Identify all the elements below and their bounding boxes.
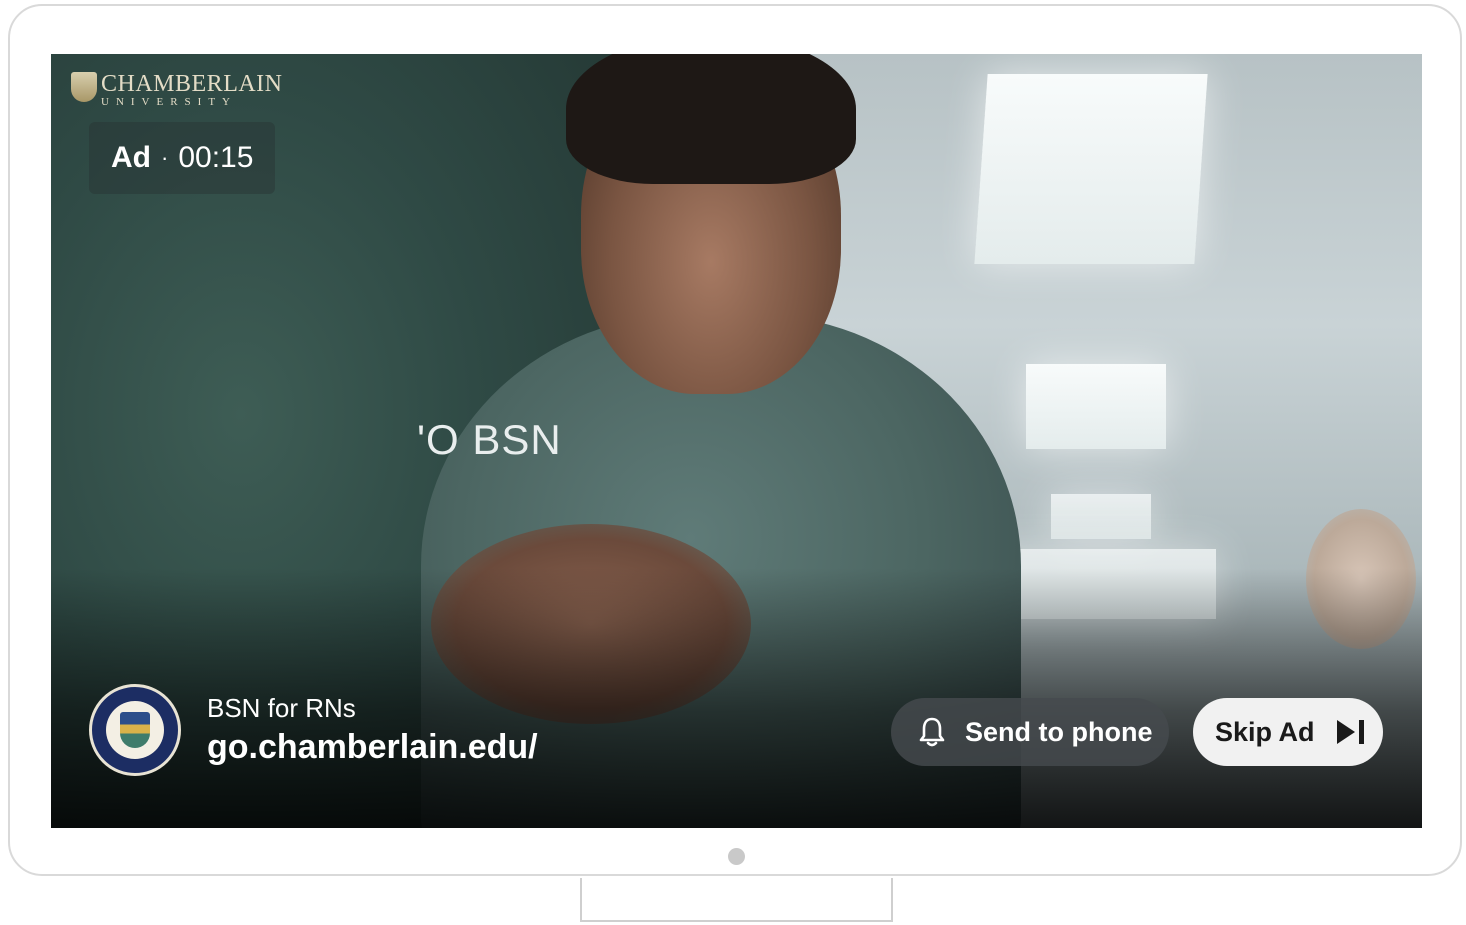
brand-watermark: CHAMBERLAIN UNIVERSITY [71,72,283,108]
sponsor-info[interactable]: BSN for RNs go.chamberlain.edu/ [89,684,538,776]
brand-subtitle: UNIVERSITY [101,96,237,108]
sponsor-url[interactable]: go.chamberlain.edu/ [207,728,538,767]
skip-ad-button[interactable]: Skip Ad [1193,698,1383,766]
brand-shield-icon [71,72,97,102]
send-to-phone-label: Send to phone [965,716,1153,747]
sponsor-logo[interactable] [89,684,181,776]
university-seal-icon [120,712,150,748]
bell-icon [917,716,947,748]
skip-next-icon [1335,718,1367,746]
brand-name: CHAMBERLAIN [101,71,283,97]
ad-label: Ad [111,141,151,174]
ad-countdown: 00:15 [178,141,254,174]
ad-separator: · [161,145,169,170]
skip-ad-label: Skip Ad [1215,716,1315,747]
sponsor-title: BSN for RNs [207,693,356,723]
send-to-phone-button[interactable]: Send to phone [891,698,1169,766]
video-caption-text: 'O BSN [417,416,562,463]
video-player[interactable]: 'O BSN CHAMBERLAIN UNIVERSITY Ad · 00:15… [51,54,1422,828]
ad-badge: Ad · 00:15 [89,122,276,194]
tv-stand [580,878,893,922]
power-indicator [728,848,745,865]
